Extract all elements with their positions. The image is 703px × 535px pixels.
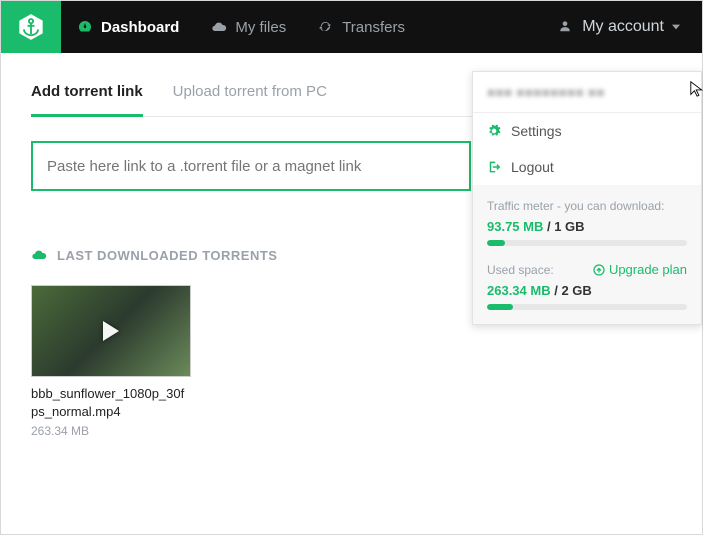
file-name: bbb_sunflower_1080p_30fps_normal.mp4 <box>31 385 191 420</box>
traffic-value: 93.75 MB / 1 GB <box>487 219 687 234</box>
brand-logo[interactable] <box>1 1 61 53</box>
dropdown-settings-label: Settings <box>511 123 562 139</box>
nav-myfiles[interactable]: My files <box>195 1 302 53</box>
gear-icon <box>487 124 501 138</box>
dropdown-settings[interactable]: Settings <box>473 113 701 149</box>
nav-transfers[interactable]: Transfers <box>302 1 421 53</box>
file-size: 263.34 MB <box>31 424 191 438</box>
user-icon <box>558 19 574 35</box>
section-title-label: LAST DOWNLOADED TORRENTS <box>57 248 277 263</box>
cloud-download-icon <box>31 247 47 263</box>
dropdown-logout[interactable]: Logout <box>473 149 701 185</box>
space-bar <box>487 304 687 310</box>
tab-upload-pc[interactable]: Upload torrent from PC <box>173 71 327 117</box>
traffic-bar <box>487 240 687 246</box>
refresh-icon <box>318 19 334 35</box>
nav-transfers-label: Transfers <box>342 19 405 36</box>
anchor-icon <box>17 13 45 41</box>
main-content: Add torrent link Upload torrent from PC … <box>1 71 702 438</box>
dropdown-stats: Traffic meter - you can download: 93.75 … <box>473 185 701 324</box>
nav-dashboard-label: Dashboard <box>101 19 179 36</box>
dropdown-logout-label: Logout <box>511 159 554 175</box>
file-thumbnail[interactable] <box>31 285 191 377</box>
primary-nav: Dashboard My files Transfers <box>61 1 421 53</box>
tab-add-link[interactable]: Add torrent link <box>31 71 143 117</box>
file-card[interactable]: bbb_sunflower_1080p_30fps_normal.mp4 263… <box>31 285 191 438</box>
nav-myfiles-label: My files <box>235 19 286 36</box>
top-navbar: Dashboard My files Transfers My account <box>1 1 702 53</box>
logout-icon <box>487 160 501 174</box>
traffic-label: Traffic meter - you can download: <box>487 199 687 213</box>
caret-down-icon <box>672 23 680 31</box>
upgrade-plan-link[interactable]: Upgrade plan <box>593 262 687 277</box>
play-icon <box>103 321 119 341</box>
nav-account-label: My account <box>582 18 664 36</box>
gauge-icon <box>77 19 93 35</box>
nav-account[interactable]: My account <box>536 1 702 53</box>
nav-dashboard[interactable]: Dashboard <box>61 1 195 53</box>
space-value: 263.34 MB / 2 GB <box>487 283 687 298</box>
arrow-up-circle-icon <box>593 264 605 276</box>
account-dropdown: ■■■ ■■■■■■■■ ■■ Settings Logout Traffic … <box>472 71 702 325</box>
cloud-icon <box>211 19 227 35</box>
dropdown-username: ■■■ ■■■■■■■■ ■■ <box>473 72 701 112</box>
torrent-link-input[interactable] <box>31 141 471 191</box>
space-label: Used space: <box>487 263 554 277</box>
